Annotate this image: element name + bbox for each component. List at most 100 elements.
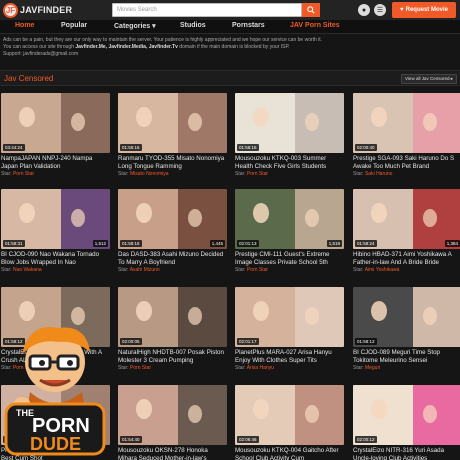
search-button[interactable] [302,3,320,17]
star-link[interactable]: Nao Wakana [13,267,42,273]
search-input[interactable]: Movies Search [112,3,302,17]
star-label: Star: [353,267,364,273]
video-card[interactable]: 02:01:17 PlanetPlus MARA-027 Arisa Hanyu … [235,287,344,371]
nav-item-pornstars[interactable]: Pornstars [232,22,265,29]
video-card[interactable]: 03:44:24 NampaJAPAN NNPJ-240 Nampa Japan … [1,93,110,177]
star-link[interactable]: Asahi Mizuno [130,267,160,273]
video-card[interactable]: 01:58:31 1,512 BI CJOD-090 Nao Wakana Torn… [1,189,110,273]
video-thumbnail[interactable]: 01:58:31 1,512 [1,189,110,249]
video-thumbnail[interactable]: 01:58:13 [353,287,460,347]
video-star: Star: Arisa Hanyu [235,365,344,371]
video-thumbnail[interactable]: 01:56:16 [235,93,344,153]
video-duration: 02:06:46 [237,436,259,443]
nav-item-jav-porn-sites[interactable]: JAV Porn Sites [290,22,340,29]
porn-dude-mascot[interactable]: THE PORN DUDE [0,318,115,460]
video-title[interactable]: CrystalEizo NITR-316 Yuri Asada Uncle-lo… [353,447,460,460]
video-star: Star: Porn Star [235,267,344,273]
star-link[interactable]: Arisa Hanyu [247,365,274,371]
star-link[interactable]: Aimi Yoshikawa [365,267,400,273]
video-card[interactable]: 01:56:16 Mousouzoku KTKQ-003 Summer Healt… [235,93,344,177]
star-label: Star: [1,267,12,273]
request-movie-label: Request Movie [405,7,448,13]
video-title[interactable]: PlanetPlus MARA-027 Arisa Hanyu Enjoy Wi… [235,349,344,364]
nav-item-popular[interactable]: Popular [61,22,87,29]
video-thumbnail[interactable]: 01:56:16 [118,93,227,153]
video-card[interactable]: 02:00:40 Prestige SGA-093 Saki Haruno Do … [353,93,460,177]
video-duration: 01:56:16 [120,144,142,151]
video-star: Star: Porn Star [118,365,227,371]
video-duration: 02:00:05 [120,338,142,345]
mirror-notice: You can access our site through Javfinde… [3,44,459,51]
video-card[interactable]: 01:54:40 Mousouzoku OKSN-278 Honoka Mihar… [118,385,227,460]
video-thumbnail[interactable]: 02:00:12 [353,385,460,445]
heart-icon: ♥ [400,7,404,13]
video-title[interactable]: NampaJAPAN NNPJ-240 Nampa Japan Plan Val… [1,155,110,170]
video-thumbnail[interactable]: 01:58:24 1,384 [353,189,460,249]
star-link[interactable]: Porn Star [13,171,34,177]
site-logo[interactable]: JF JAVFINDER [3,2,72,18]
mirror-notice-pre: You can access our site through [3,44,76,50]
video-duration: 01:58:31 [3,240,25,247]
nav-item-studios[interactable]: Studios [180,22,206,29]
video-thumbnail[interactable]: 02:06:46 [235,385,344,445]
video-card[interactable]: 02:06:46 Mousouzoku KTKQ-004 Gaitcho Afte… [235,385,344,460]
star-link[interactable]: Saki Haruno [365,171,393,177]
video-title[interactable]: BI CJOD-090 Nao Wakana Tornado Blow Jobs… [1,251,110,266]
mascot-dude: DUDE [30,434,81,454]
video-duration: 02:00:12 [355,436,377,443]
star-link[interactable]: Porn Star [247,171,268,177]
star-label: Star: [1,171,12,177]
video-thumbnail[interactable]: 01:54:40 [118,385,227,445]
video-star: Star: Meguri [353,365,460,371]
search-icon [307,6,315,14]
view-all-button[interactable]: View all Jav Censored ▸ [401,74,457,84]
video-title[interactable]: Mousouzoku KTKQ-004 Gaitcho After School… [235,447,344,460]
video-star: Star: Misato Nonomiya [118,171,227,177]
request-movie-button[interactable]: ♥ Request Movie [392,2,456,18]
mirror-domain-links[interactable]: Javfinder.Me, Javfinder.Media, Javfinder… [75,44,178,50]
nav-item-categories[interactable]: Categories ▾ [114,22,156,30]
video-title[interactable]: Prestige CMI-111 Guest's Extreme Image C… [235,251,344,266]
video-card[interactable]: 01:58:24 1,384 Hibino HBAD-371 Aimi Yoshik… [353,189,460,273]
video-card[interactable]: 01:58:13 BI CJOD-089 Meguri Time Stop Tok… [353,287,460,371]
video-thumbnail[interactable]: 02:00:40 [353,93,460,153]
video-title[interactable]: Mousouzoku OKSN-278 Honoka Mihara Seduce… [118,447,227,460]
video-title[interactable]: Hibino HBAD-371 Aimi Yoshikawa A Father-… [353,251,460,266]
star-link[interactable]: Porn Star [130,365,151,371]
star-label: Star: [118,267,129,273]
video-duration: 01:58:13 [355,338,377,345]
video-thumbnail[interactable]: 03:44:24 [1,93,110,153]
menu-icon[interactable]: ☰ [374,4,386,16]
video-title[interactable]: Ranmaru TYOD-355 Misato Nonomiya Long To… [118,155,227,170]
video-duration: 02:01:13 [237,240,259,247]
video-title[interactable]: BI CJOD-089 Meguri Time Stop Tokitome Me… [353,349,460,364]
video-card[interactable]: 02:01:13 1,519 Prestige CMI-111 Guest's Ex… [235,189,344,273]
star-label: Star: [118,365,129,371]
video-title[interactable]: NaturalHigh NHDTB-007 Posak Piston Moles… [118,349,227,364]
star-link[interactable]: Misato Nonomiya [130,171,169,177]
video-duration: 02:01:17 [237,338,259,345]
star-link[interactable]: Meguri [365,365,380,371]
video-star: Star: Saki Haruno [353,171,460,177]
video-card[interactable]: 02:00:05 NaturalHigh NHDTB-007 Posak Pist… [118,287,227,371]
star-label: Star: [118,171,129,177]
video-thumbnail[interactable]: 02:00:05 [118,287,227,347]
video-star: Star: Aimi Yoshikawa [353,267,460,273]
video-duration: 03:44:24 [3,144,25,151]
video-card[interactable]: 01:58:16 1,445 Das DASD-383 Asahi Mizuno D… [118,189,227,273]
video-title[interactable]: Prestige SGA-093 Saki Haruno Do S Awake … [353,155,460,170]
login-icon[interactable]: ● [358,4,370,16]
video-card[interactable]: 02:00:12 CrystalEizo NITR-316 Yuri Asada … [353,385,460,460]
video-thumbnail[interactable]: 02:01:13 1,519 [235,189,344,249]
video-card[interactable]: 01:56:16 Ranmaru TYOD-355 Misato Nonomiya… [118,93,227,177]
mirror-notice-post: domain if the main domain is blocked by … [177,44,290,50]
star-link[interactable]: Porn Star [247,267,268,273]
video-thumbnail[interactable]: 01:58:16 1,445 [118,189,227,249]
video-title[interactable]: Mousouzoku KTKQ-003 Summer Health Check … [235,155,344,170]
video-thumbnail[interactable]: 02:01:17 [235,287,344,347]
video-title[interactable]: Das DASD-383 Asahi Mizuno Decided To Mar… [118,251,227,266]
video-duration: 01:58:16 [120,240,142,247]
nav-item-home[interactable]: Home [15,22,34,29]
video-views: 1,445 [209,240,225,247]
video-views: 1,512 [92,240,108,247]
